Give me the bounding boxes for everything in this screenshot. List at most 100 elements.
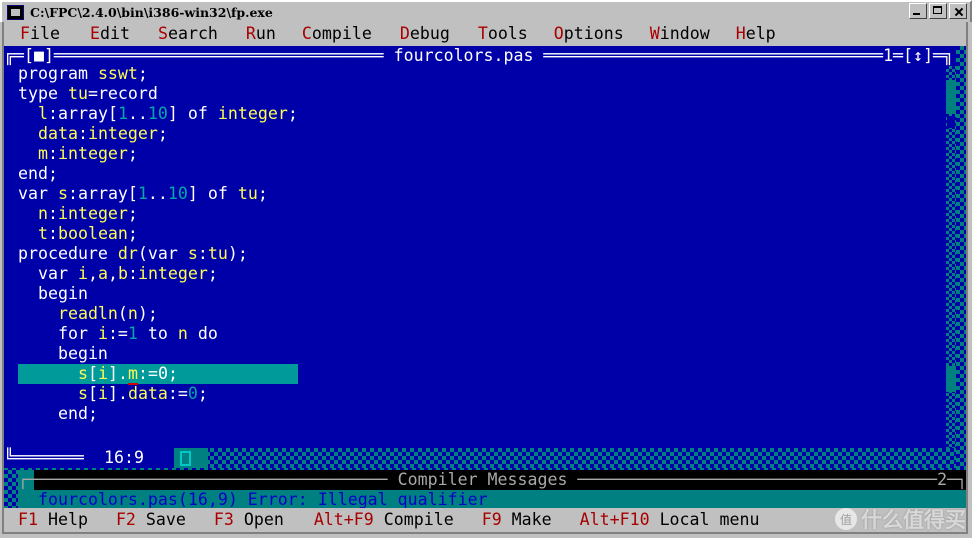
code-line[interactable]: m:integer; (18, 144, 298, 164)
menu-label: ebug (409, 24, 450, 43)
code-token: s (57, 184, 68, 203)
menu-item-run[interactable]: Run (246, 24, 276, 44)
status-bar: F1 Help F2 Save F3 Open Alt+F9 Compile F9 Ma… (4, 508, 966, 532)
code-line[interactable]: s[i].m:=0; (18, 364, 298, 385)
code-token: integer (57, 144, 128, 163)
code-token: : (47, 224, 58, 243)
status-action-local-menu[interactable]: Alt+F10 Local menu (580, 510, 760, 530)
menu-hotkey: T (477, 24, 488, 43)
code-token: ; (207, 264, 218, 283)
status-action-open[interactable]: F3 Open (214, 510, 284, 530)
code-token: i (97, 384, 108, 403)
code-token: 1 (137, 184, 148, 203)
code-line[interactable]: t:boolean; (18, 224, 298, 244)
code-line[interactable]: begin (18, 284, 298, 304)
code-line[interactable]: var s:array[1..10] of tu; (18, 184, 298, 204)
code-token: of (187, 104, 218, 123)
code-token: : (77, 124, 88, 143)
code-line[interactable]: procedure dr(var s:tu); (18, 244, 298, 264)
window-controls (909, 3, 967, 19)
menu-item-help[interactable]: Help (736, 24, 776, 44)
menu-item-edit[interactable]: Edit (90, 24, 130, 44)
code-token: .. (147, 184, 168, 203)
code-token: ; (127, 224, 138, 243)
code-token: ] (167, 104, 188, 123)
menu-item-search[interactable]: Search (158, 24, 218, 44)
code-token: procedure (18, 244, 118, 263)
minimize-button[interactable] (909, 3, 927, 19)
code-token: n (37, 204, 48, 223)
application-window: C:\FPC\2.4.0\bin\i386-win32\fp.exe File E… (0, 0, 972, 538)
code-token: ); (227, 244, 248, 263)
code-line[interactable]: for i:=1 to n do (18, 324, 298, 344)
scrollbar-thumb-secondary[interactable] (946, 366, 956, 392)
menu-item-options[interactable]: Options (554, 24, 624, 44)
menu-label: ools (487, 24, 528, 43)
editor-vertical-scrollbar[interactable] (946, 66, 956, 448)
editor-title-bar[interactable]: ╔═[■]═════════════════════════════════ f… (4, 46, 956, 66)
code-token: i (77, 264, 88, 283)
code-token: [ (87, 364, 98, 383)
code-line[interactable]: data:integer; (18, 124, 298, 144)
code-token: var (37, 264, 78, 283)
maximize-button[interactable] (929, 3, 947, 19)
menu-label: ompile (311, 24, 372, 43)
menu-hotkey: W (649, 24, 660, 43)
status-action-compile[interactable]: Alt+F9 Compile (314, 510, 454, 530)
editor-text-area[interactable]: program sswt; type tu=record l:array[1..1… (4, 66, 956, 448)
code-line[interactable]: n:integer; (18, 204, 298, 224)
status-key: F1 (18, 510, 38, 529)
hscroll-track[interactable] (174, 448, 956, 468)
code-line[interactable]: l:array[1..10] of integer; (18, 104, 298, 124)
status-action-save[interactable]: F2 Save (116, 510, 186, 530)
menu-item-file[interactable]: File (20, 24, 60, 44)
code-token: [ (107, 104, 118, 123)
code-line[interactable]: readln(n); (18, 304, 298, 324)
menu-item-compile[interactable]: Compile (302, 24, 372, 44)
menu-item-window[interactable]: Window (650, 24, 710, 44)
status-action-make[interactable]: F9 Make (482, 510, 552, 530)
code-line[interactable]: type tu=record (18, 84, 298, 104)
messages-title-bar[interactable]: ┌──────────────────────────────────── Co… (18, 470, 966, 490)
compiler-messages-window[interactable]: ┌──────────────────────────────────── Co… (18, 470, 966, 532)
editor-window[interactable]: ╔═[■]═════════════════════════════════ f… (4, 46, 956, 468)
code-token: .. (127, 104, 148, 123)
code-token: 1 (127, 324, 138, 343)
status-action-help[interactable]: F1 Help (18, 510, 88, 530)
menu-item-debug[interactable]: Debug (400, 24, 450, 44)
code-line[interactable]: end; (18, 164, 298, 184)
code-token: n (127, 304, 138, 323)
code-line[interactable]: program sswt; (18, 66, 298, 84)
menu-item-tools[interactable]: Tools (478, 24, 528, 44)
text-cursor: m (127, 364, 138, 385)
code-token: ; (167, 364, 178, 383)
editor-horizontal-scrollbar[interactable]: ╚═══════ 16:9 (4, 448, 956, 468)
code-line[interactable]: begin (18, 344, 298, 364)
scrollbar-thumb[interactable] (946, 80, 956, 114)
code-token: i (97, 324, 108, 343)
code-line[interactable]: var i,a,b:integer; (18, 264, 298, 284)
menu-label: earch (167, 24, 218, 43)
code-token: : (67, 184, 78, 203)
code-token: m (37, 144, 48, 163)
code-token: do (187, 324, 218, 343)
menu-hotkey: O (553, 24, 564, 43)
close-button[interactable] (949, 3, 967, 19)
compiler-message[interactable]: fourcolors.pas(16,9) Error: Illegal qual… (18, 490, 966, 510)
code-token: ] (107, 364, 118, 383)
code-token: ); (137, 304, 158, 323)
code-token: ; (127, 204, 138, 223)
status-label: Save (135, 510, 186, 529)
menu-hotkey: F (20, 24, 30, 43)
code-line[interactable]: s[i].data:=0; (18, 384, 298, 404)
code-token: : (197, 244, 208, 263)
status-key: Alt+F9 (313, 510, 374, 529)
source-code[interactable]: program sswt; type tu=record l:array[1..1… (18, 66, 298, 424)
code-token: 10 (147, 104, 168, 123)
code-line[interactable]: end; (18, 404, 298, 424)
status-label: Compile (373, 510, 454, 529)
